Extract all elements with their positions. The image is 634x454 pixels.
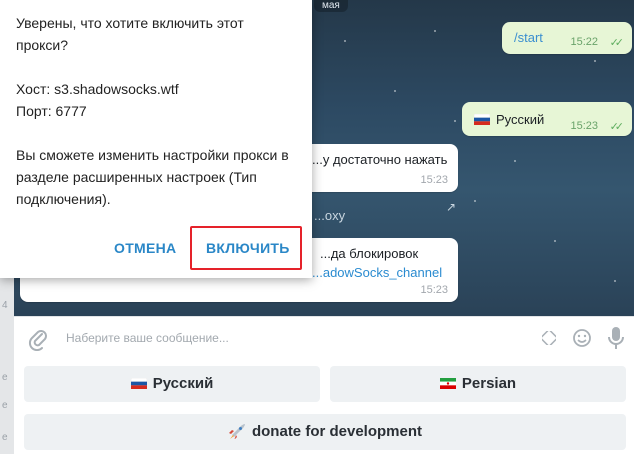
message-text: /start <box>514 30 543 45</box>
message-fragment: ...oxy <box>314 208 346 223</box>
dialog-question: Уверены, что хотите включить этот прокси… <box>16 15 244 53</box>
message-composer: Наберите ваше сообщение... <box>14 316 634 361</box>
message-text: Русский <box>474 112 544 127</box>
message-text: ...у достаточно нажать <box>312 152 448 167</box>
double-check-icon: ✓✓ <box>609 37 625 49</box>
message-time: 15:23 <box>570 120 598 132</box>
keyboard-button-russian[interactable]: Русский <box>24 366 320 402</box>
rocket-icon <box>228 424 245 439</box>
iran-flag-icon <box>439 378 456 389</box>
bot-keyboard-icon[interactable] <box>572 327 592 349</box>
russia-flag-icon <box>130 378 147 389</box>
message-input[interactable]: Наберите ваше сообщение... <box>66 331 229 345</box>
emoji-icon[interactable] <box>542 331 556 345</box>
message-text: ...да блокировок <box>320 246 419 261</box>
message-time: 15:23 <box>420 284 448 296</box>
forward-icon[interactable]: ↗ <box>446 200 456 214</box>
keyboard-button-donate[interactable]: donate for development <box>24 414 626 450</box>
message-time: 15:22 <box>570 36 598 48</box>
keyboard-button-label: Persian <box>461 375 517 392</box>
cancel-button[interactable]: ОТМЕНА <box>114 237 176 259</box>
bot-keyboard: Русский Persian donate for development <box>14 360 634 454</box>
sidebar-fragment: e <box>2 432 8 443</box>
message-outgoing[interactable]: Русский 15:23 ✓✓ <box>462 102 632 136</box>
highlight-box <box>190 226 302 270</box>
attach-icon[interactable] <box>28 327 48 351</box>
sidebar-fragment: 4 <box>2 300 8 311</box>
keyboard-button-persian[interactable]: Persian <box>330 366 626 402</box>
message-time: 15:23 <box>420 174 448 186</box>
russia-flag-icon <box>474 114 490 125</box>
message-incoming[interactable]: ...у достаточно нажать 15:23 <box>294 144 458 192</box>
sidebar-fragment: e <box>2 400 8 411</box>
date-chip: мая <box>314 0 348 12</box>
sidebar-fragment: e <box>2 372 8 383</box>
keyboard-button-label: donate for development <box>251 423 423 440</box>
keyboard-button-label: Русский <box>152 375 214 392</box>
double-check-icon: ✓✓ <box>609 121 625 133</box>
dialog-note: Вы сможете изменить настройки прокси в р… <box>16 147 289 207</box>
message-outgoing[interactable]: /start 15:22 ✓✓ <box>502 22 632 54</box>
channel-link[interactable]: ...adowSocks_channel <box>312 265 442 280</box>
dialog-port: Порт: 6777 <box>16 103 87 119</box>
dialog-host: Хост: s3.shadowsocks.wtf <box>16 81 179 97</box>
microphone-icon[interactable] <box>608 326 624 350</box>
